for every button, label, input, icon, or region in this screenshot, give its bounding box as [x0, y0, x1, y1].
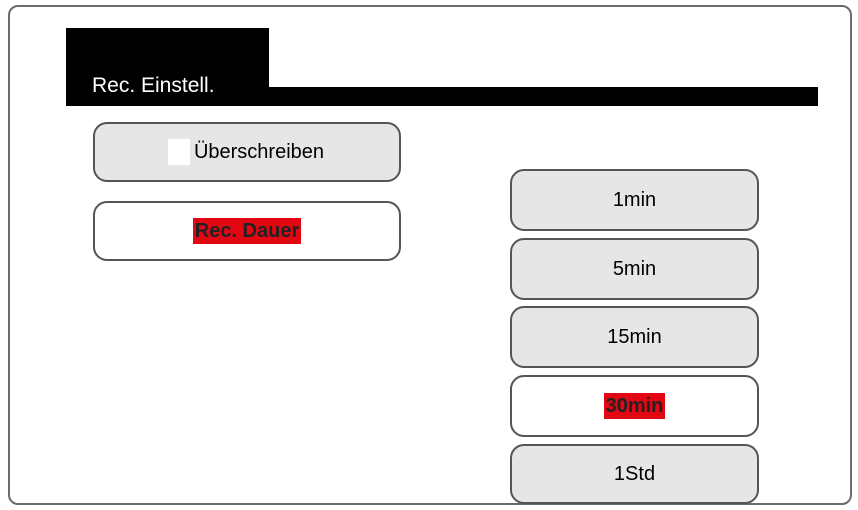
duration-option-15min[interactable]: 15min	[510, 306, 759, 368]
duration-option-label: 1min	[612, 189, 657, 211]
page-title: Rec. Einstell.	[92, 74, 215, 97]
duration-option-5min[interactable]: 5min	[510, 238, 759, 300]
duration-option-label: 1Std	[613, 463, 656, 485]
overwrite-button[interactable]: Überschreiben	[93, 122, 401, 182]
duration-option-label: 15min	[607, 326, 662, 348]
duration-option-label: 30min	[603, 393, 666, 419]
header-bar	[269, 87, 818, 106]
rec-duration-button[interactable]: Rec. Dauer	[93, 201, 401, 261]
duration-option-1std[interactable]: 1Std	[510, 444, 759, 504]
duration-option-30min[interactable]: 30min	[510, 375, 759, 437]
duration-option-1min[interactable]: 1min	[510, 169, 759, 231]
overwrite-marker	[167, 139, 190, 165]
overwrite-label: Überschreiben	[193, 141, 325, 163]
rec-duration-label: Rec. Dauer	[192, 218, 302, 244]
duration-option-label: 5min	[612, 258, 657, 280]
